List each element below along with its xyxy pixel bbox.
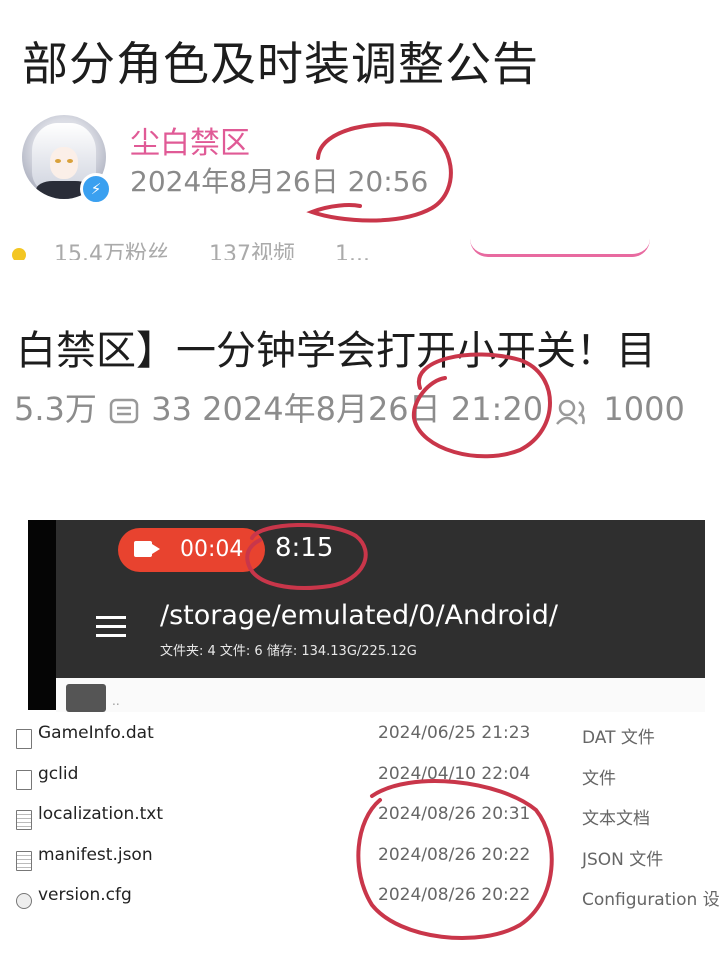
annotation-circle-post-time bbox=[306, 122, 453, 223]
annotation-circle-file-dates bbox=[356, 779, 554, 940]
annotation-circle-clock bbox=[245, 522, 368, 590]
annotation-circle-video-time bbox=[411, 352, 552, 459]
annotation-overlay bbox=[245, 122, 554, 940]
